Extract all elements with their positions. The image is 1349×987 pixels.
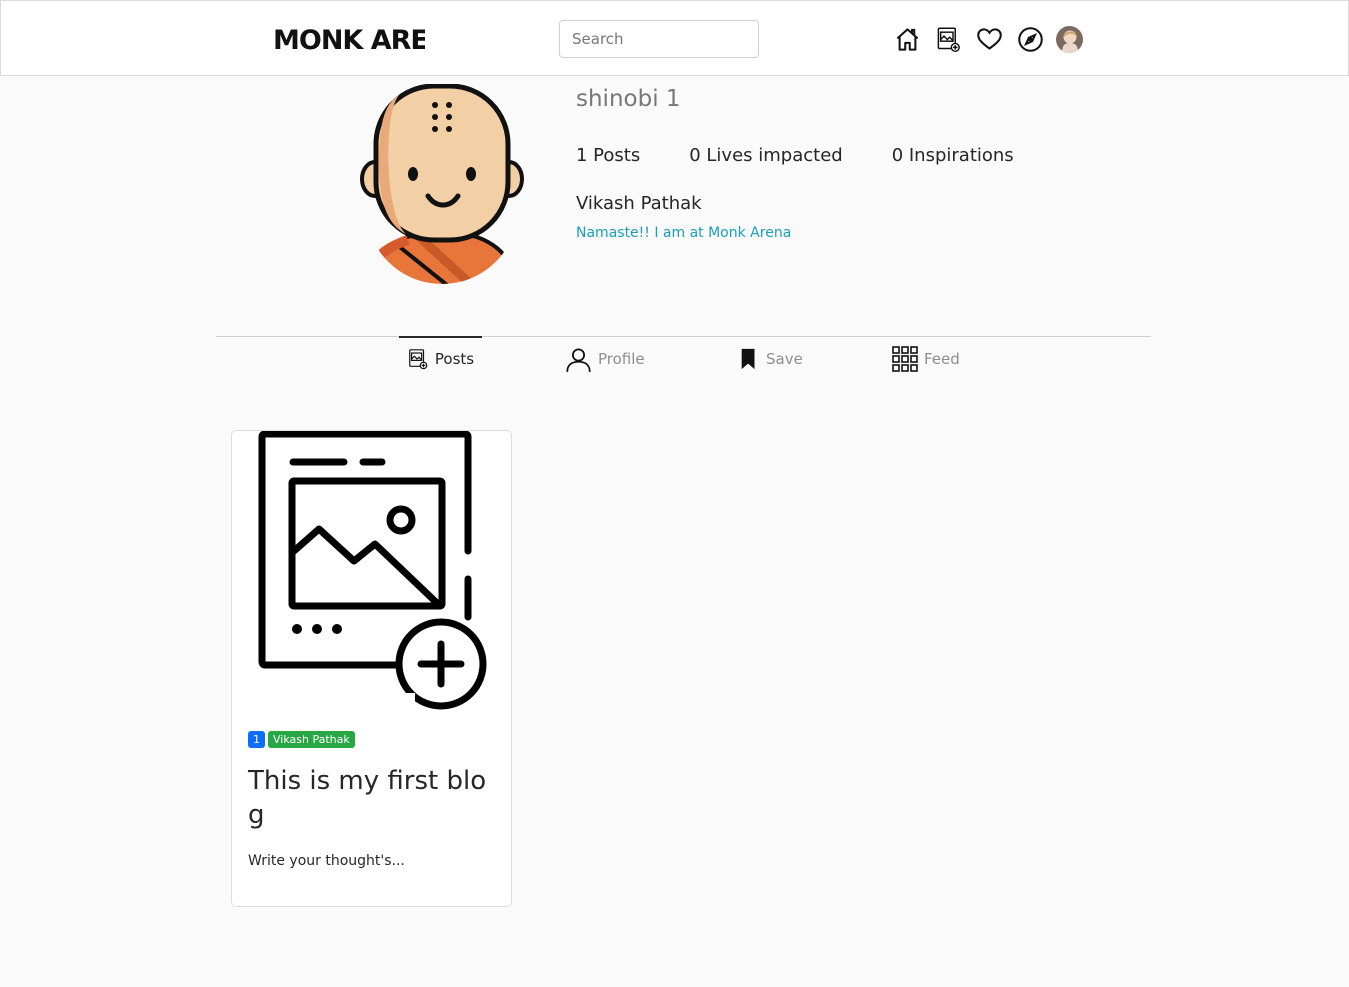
bookmark-icon <box>741 348 755 370</box>
post-title[interactable]: This is my first blog <box>248 764 498 832</box>
profile-full-name: Vikash Pathak <box>576 193 702 214</box>
tab-save[interactable]: Save <box>738 337 803 381</box>
profile-bio: Namaste!! I am at Monk Arena <box>576 225 792 241</box>
user-avatar[interactable] <box>1056 25 1083 53</box>
post-author-badge: Vikash Pathak <box>268 731 355 748</box>
post-excerpt: Write your thought's... <box>248 853 405 869</box>
top-navbar: MONK ARENA <box>0 0 1349 76</box>
monk-avatar <box>360 84 524 284</box>
post-image-placeholder-icon <box>258 431 487 710</box>
new-post-icon[interactable] <box>932 23 964 55</box>
user-icon <box>566 347 591 372</box>
inspirations-count: 0 Inspirations <box>891 145 1014 166</box>
tab-save-label: Save <box>766 350 803 368</box>
tab-feed[interactable]: Feed <box>892 337 960 381</box>
profile-username: shinobi 1 <box>576 86 681 112</box>
tab-profile-label: Profile <box>598 350 645 368</box>
tab-feed-label: Feed <box>924 350 960 368</box>
profile-stats: 1 Posts 0 Lives impacted 0 Inspirations <box>576 145 1063 166</box>
post-badges: 1 Vikash Pathak <box>248 731 358 748</box>
lives-impacted-count: 0 Lives impacted <box>689 145 843 166</box>
tab-posts-label: Posts <box>434 350 475 368</box>
search-input[interactable] <box>559 20 759 58</box>
explore-icon[interactable] <box>1014 23 1046 55</box>
posts-count: 1 Posts <box>576 145 641 166</box>
monk-arena-logo[interactable]: MONK ARENA <box>273 21 425 55</box>
svg-text:MONK ARENA: MONK ARENA <box>273 25 425 55</box>
home-icon[interactable] <box>891 23 923 55</box>
nav-icons <box>891 23 1083 55</box>
tab-posts[interactable]: Posts <box>399 336 482 380</box>
tabs-divider <box>216 336 1151 337</box>
post-count-badge: 1 <box>248 731 265 748</box>
post-card[interactable]: 1 Vikash Pathak This is my first blog Wr… <box>231 430 512 907</box>
new-post-icon <box>409 349 428 370</box>
heart-icon[interactable] <box>973 23 1005 55</box>
grid-icon <box>892 346 918 372</box>
tab-profile[interactable]: Profile <box>565 337 645 381</box>
